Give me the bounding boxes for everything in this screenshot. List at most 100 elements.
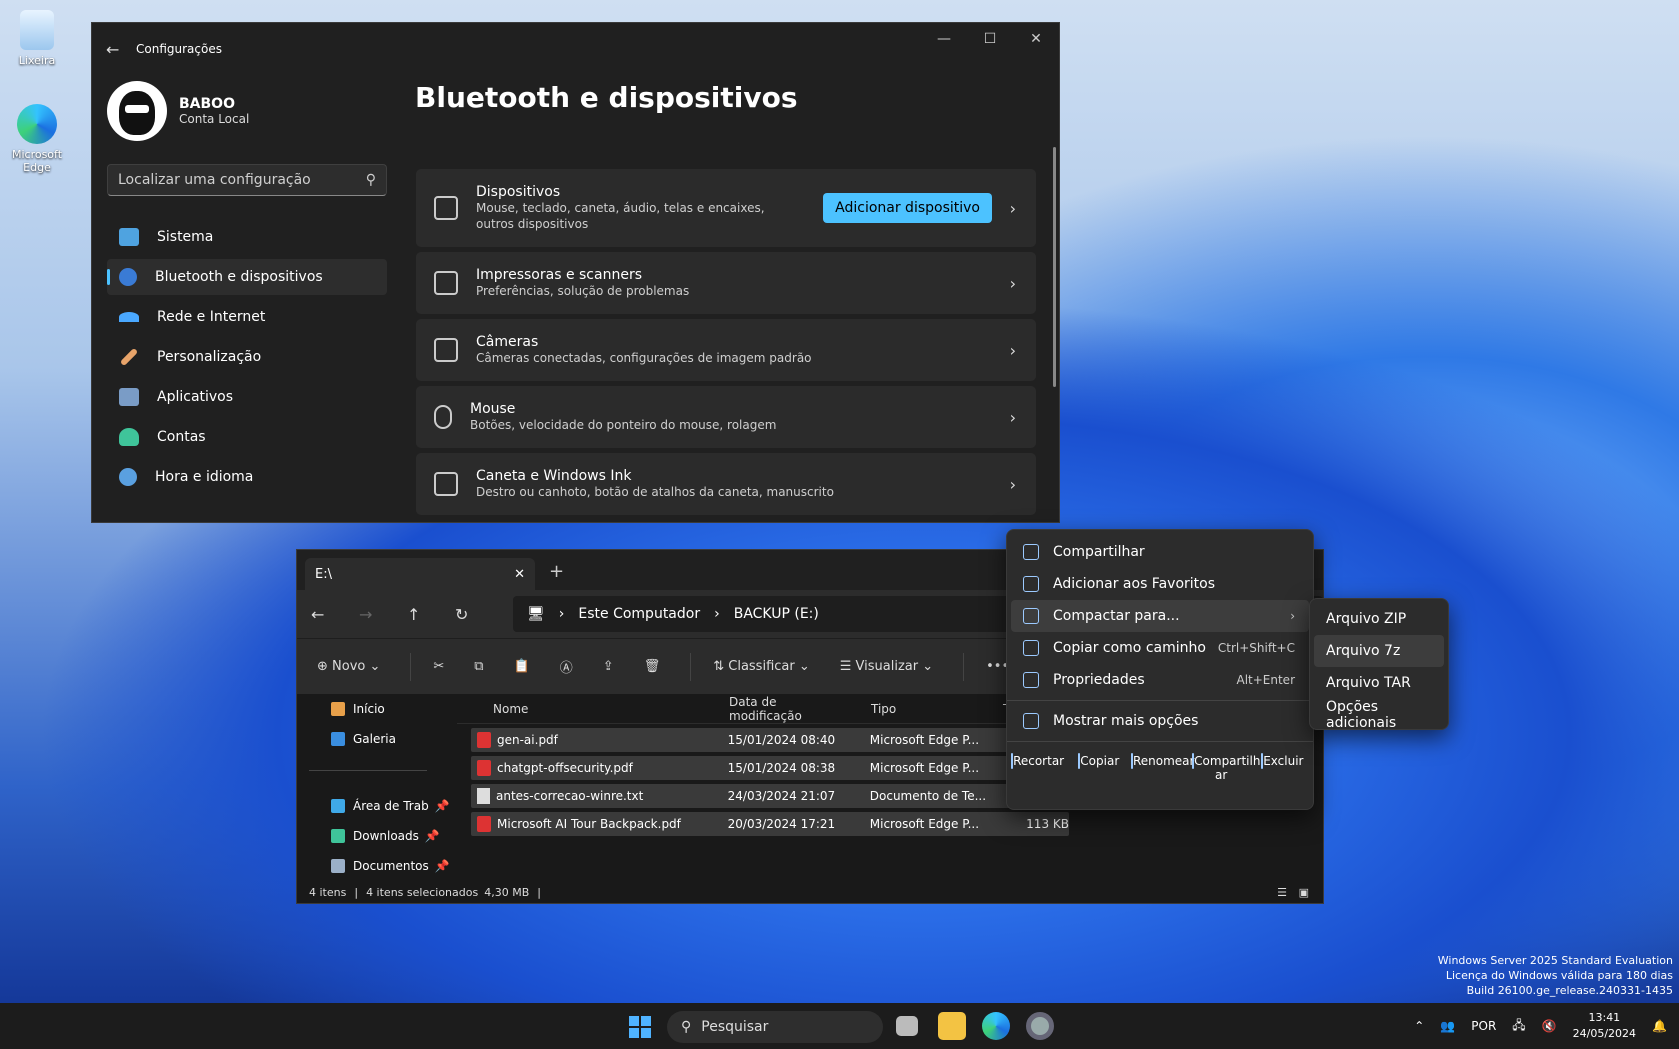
up-arrow-icon[interactable]: ↑: [407, 605, 455, 624]
rename-action[interactable]: Renomear: [1130, 753, 1194, 782]
edge-icon[interactable]: [982, 1012, 1010, 1040]
nav-label: Rede e Internet: [157, 309, 266, 325]
card-cameras[interactable]: Câmeras Câmeras conectadas, configurações…: [416, 319, 1036, 381]
menu-item-copy-path[interactable]: Copiar como caminho Ctrl+Shift+C: [1011, 632, 1309, 664]
breadcrumb-item[interactable]: BACKUP (E:): [734, 606, 819, 622]
chevron-up-icon[interactable]: ⌃: [1414, 1019, 1424, 1033]
cut-action[interactable]: Recortar: [1009, 753, 1067, 782]
menu-item-more-options[interactable]: Mostrar mais opções: [1011, 705, 1309, 737]
menu-item-favorites[interactable]: Adicionar aos Favoritos: [1011, 568, 1309, 600]
nav-item-downloads[interactable]: Downloads 📌: [297, 821, 457, 851]
file-row[interactable]: chatgpt-offsecurity.pdf 15/01/2024 08:38…: [471, 756, 1069, 780]
new-button[interactable]: ⊕ Novo ⌄: [317, 659, 380, 674]
delete-action[interactable]: Excluir: [1253, 753, 1311, 782]
nav-item-sistema[interactable]: Sistema: [107, 219, 387, 255]
action-label: Compartilh ar: [1194, 754, 1261, 782]
network-people-icon[interactable]: 👥: [1440, 1019, 1455, 1033]
desktop-icon-recycle-bin[interactable]: Lixeira: [5, 10, 69, 67]
details-view-icon[interactable]: ☰: [1277, 886, 1287, 899]
file-row[interactable]: antes-correcao-winre.txt 24/03/2024 21:0…: [471, 784, 1069, 808]
menu-item-properties[interactable]: Propriedades Alt+Enter: [1011, 664, 1309, 696]
rename-icon[interactable]: Ⓐ: [560, 657, 573, 676]
menu-item-compress[interactable]: Compactar para... ›: [1011, 600, 1309, 632]
file-explorer-icon[interactable]: [938, 1012, 966, 1040]
start-button-icon[interactable]: [629, 1016, 651, 1038]
copy-action[interactable]: Copiar: [1070, 753, 1128, 782]
new-tab-icon[interactable]: +: [549, 561, 564, 582]
nav-item-bluetooth[interactable]: Bluetooth e dispositivos: [107, 259, 387, 295]
nav-item-documentos[interactable]: Documentos 📌: [297, 851, 457, 881]
clock-globe-icon: [119, 468, 137, 486]
submenu-item-7z[interactable]: Arquivo 7z: [1314, 635, 1444, 667]
card-mouse[interactable]: Mouse Botões, velocidade do ponteiro do m…: [416, 386, 1036, 448]
breadcrumb-sep: ›: [714, 606, 720, 622]
tab-drive[interactable]: E:\ ✕: [305, 558, 535, 590]
breadcrumb-item[interactable]: Este Computador: [578, 606, 700, 622]
menu-label: Compactar para...: [1053, 608, 1180, 624]
search-placeholder: Localizar uma configuração: [118, 172, 311, 188]
language-indicator[interactable]: POR: [1471, 1019, 1496, 1033]
desktop-icon-edge[interactable]: Microsoft Edge: [5, 104, 69, 174]
nav-item-inicio[interactable]: Início: [297, 694, 457, 724]
sort-label: Classificar: [728, 659, 795, 674]
cut-icon[interactable]: ✂: [433, 659, 444, 674]
home-icon: [331, 702, 345, 716]
nav-label: Galeria: [353, 732, 396, 746]
sort-button[interactable]: ⇅ Classificar ⌄: [713, 659, 810, 674]
breadcrumb-sep: ›: [558, 606, 565, 622]
quick-actions: Recortar Copiar Renomear Compartilh ar E…: [1007, 753, 1313, 782]
submenu-item-tar[interactable]: Arquivo TAR: [1314, 667, 1444, 699]
network-icon[interactable]: 🖧: [1512, 1016, 1525, 1037]
card-caneta[interactable]: Caneta e Windows Ink Destro ou canhoto, b…: [416, 453, 1036, 515]
maximize-icon[interactable]: ☐: [967, 23, 1013, 55]
back-arrow-icon[interactable]: ←: [106, 40, 136, 59]
nav-item-desktop[interactable]: Área de Trab 📌: [297, 791, 457, 821]
nav-label: Documentos: [353, 859, 429, 873]
settings-gear-icon[interactable]: [1026, 1012, 1054, 1040]
copy-icon[interactable]: ⧉: [474, 659, 483, 674]
column-header-date[interactable]: Data de modificação: [709, 695, 853, 723]
nav-item-rede[interactable]: Rede e Internet: [107, 299, 387, 335]
submenu-item-zip[interactable]: Arquivo ZIP: [1314, 603, 1444, 635]
file-type: Microsoft Edge P...: [869, 761, 980, 775]
volume-muted-icon[interactable]: 🔇: [1542, 1019, 1557, 1033]
nav-item-hora[interactable]: Hora e idioma: [107, 459, 387, 495]
clock[interactable]: 13:41 24/05/2024: [1573, 1010, 1636, 1042]
task-view-icon[interactable]: [896, 1016, 918, 1036]
toolbar-divider: [963, 652, 965, 681]
taskbar: ⚲ Pesquisar ⌃ 👥 POR 🖧 🔇 13:41 24/05/2024 🔔: [0, 1003, 1679, 1049]
card-impressoras[interactable]: Impressoras e scanners Preferências, solu…: [416, 252, 1036, 314]
nav-item-galeria[interactable]: Galeria: [297, 724, 457, 754]
tiles-view-icon[interactable]: ▣: [1299, 886, 1309, 899]
taskbar-search[interactable]: ⚲ Pesquisar: [667, 1011, 883, 1043]
delete-icon[interactable]: 🗑: [644, 659, 661, 674]
menu-item-share[interactable]: Compartilhar: [1011, 536, 1309, 568]
toolbar-divider: [690, 652, 692, 681]
column-header-type[interactable]: Tipo: [853, 702, 1003, 716]
view-button[interactable]: ☰ Visualizar ⌄: [840, 659, 933, 674]
notification-bell-icon[interactable]: 🔔: [1652, 1019, 1667, 1033]
minimize-icon[interactable]: —: [921, 23, 967, 55]
divider: [1007, 741, 1313, 742]
nav-item-personalizacao[interactable]: Personalização: [107, 339, 387, 375]
share-icon[interactable]: ⇪: [603, 659, 614, 674]
nav-item-aplicativos[interactable]: Aplicativos: [107, 379, 387, 415]
close-tab-icon[interactable]: ✕: [514, 567, 525, 582]
user-profile[interactable]: BABOO Conta Local: [107, 81, 249, 141]
file-row[interactable]: gen-ai.pdf 15/01/2024 08:40 Microsoft Ed…: [471, 728, 1069, 752]
mouse-icon: [434, 405, 452, 429]
share-action[interactable]: Compartilh ar: [1192, 753, 1260, 782]
file-row[interactable]: Microsoft AI Tour Backpack.pdf 20/03/202…: [471, 812, 1069, 836]
paste-icon[interactable]: 📋: [514, 659, 530, 674]
scrollbar[interactable]: [1053, 147, 1056, 387]
nav-item-contas[interactable]: Contas: [107, 419, 387, 455]
settings-search-input[interactable]: Localizar uma configuração ⚲: [107, 164, 387, 196]
column-header-name[interactable]: Nome: [457, 702, 709, 716]
back-arrow-icon[interactable]: ←: [311, 605, 359, 624]
submenu-item-additional[interactable]: Opções adicionais: [1314, 699, 1444, 731]
card-dispositivos[interactable]: Dispositivos Mouse, teclado, caneta, áudi…: [416, 169, 1036, 247]
forward-arrow-icon[interactable]: →: [359, 605, 407, 624]
refresh-icon[interactable]: ↻: [455, 605, 503, 624]
close-icon[interactable]: ✕: [1013, 23, 1059, 55]
add-device-button[interactable]: Adicionar dispositivo: [823, 193, 992, 223]
